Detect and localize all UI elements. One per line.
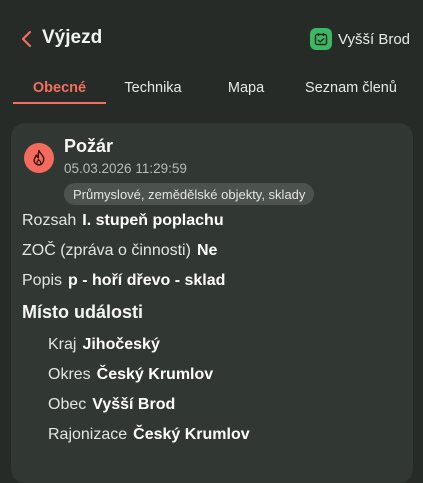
tab-general[interactable]: Obecné (13, 80, 106, 96)
location-label: Obec (48, 396, 87, 413)
location-value: Český Krumlov (133, 426, 250, 443)
detail-label: Popis (22, 272, 63, 289)
event-type: Požár (64, 136, 114, 156)
location-label: Okres (48, 366, 91, 383)
back-button[interactable] (16, 28, 36, 50)
detail-row-scope: Rozsah I. stupeň poplachu (22, 212, 224, 230)
app-header: Výjezd Vyšší Brod (0, 0, 423, 80)
calendar-check-icon (310, 28, 333, 50)
location-value: Český Krumlov (96, 366, 214, 383)
detail-label: Rozsah (22, 212, 77, 229)
location-value: Jihočeský (82, 336, 160, 353)
tab-equipment[interactable]: Technika (111, 80, 195, 96)
chevron-left-icon (21, 30, 32, 48)
location-row-zoning: Rajonizace Český Krumlov (48, 426, 250, 444)
fire-icon (24, 143, 54, 173)
event-timestamp: 05.03.2026 11:29:59 (64, 161, 187, 176)
location-row-district: Okres Český Krumlov (48, 366, 213, 384)
location-row-municipality: Obec Vyšší Brod (48, 396, 175, 414)
detail-value: I. stupeň poplachu (82, 212, 224, 229)
tab-members[interactable]: Seznam členů (296, 80, 406, 96)
location-value: Vyšší Brod (92, 396, 176, 413)
station-indicator[interactable]: Vyšší Brod (310, 28, 410, 50)
detail-row-report: ZOČ (zpráva o činnosti) Ne (22, 242, 217, 260)
tab-bar: Obecné Technika Mapa Seznam členů (0, 72, 423, 106)
station-name: Vyšší Brod (338, 30, 410, 48)
detail-value: p - hoří dřevo - sklad (68, 272, 226, 289)
detail-label: ZOČ (zpráva o činnosti) (22, 242, 191, 259)
location-row-region: Kraj Jihočeský (48, 336, 160, 354)
detail-row-description: Popis p - hoří dřevo - sklad (22, 272, 225, 290)
detail-value: Ne (196, 242, 218, 259)
location-label: Kraj (48, 336, 77, 353)
active-tab-indicator (13, 102, 106, 104)
location-label: Rajonizace (48, 426, 128, 443)
page-title: Výjezd (42, 27, 103, 48)
location-section-title: Místo události (22, 302, 143, 322)
event-category-badge: Průmyslové, zemědělské objekty, sklady (64, 183, 315, 205)
tab-map[interactable]: Mapa (206, 80, 286, 96)
